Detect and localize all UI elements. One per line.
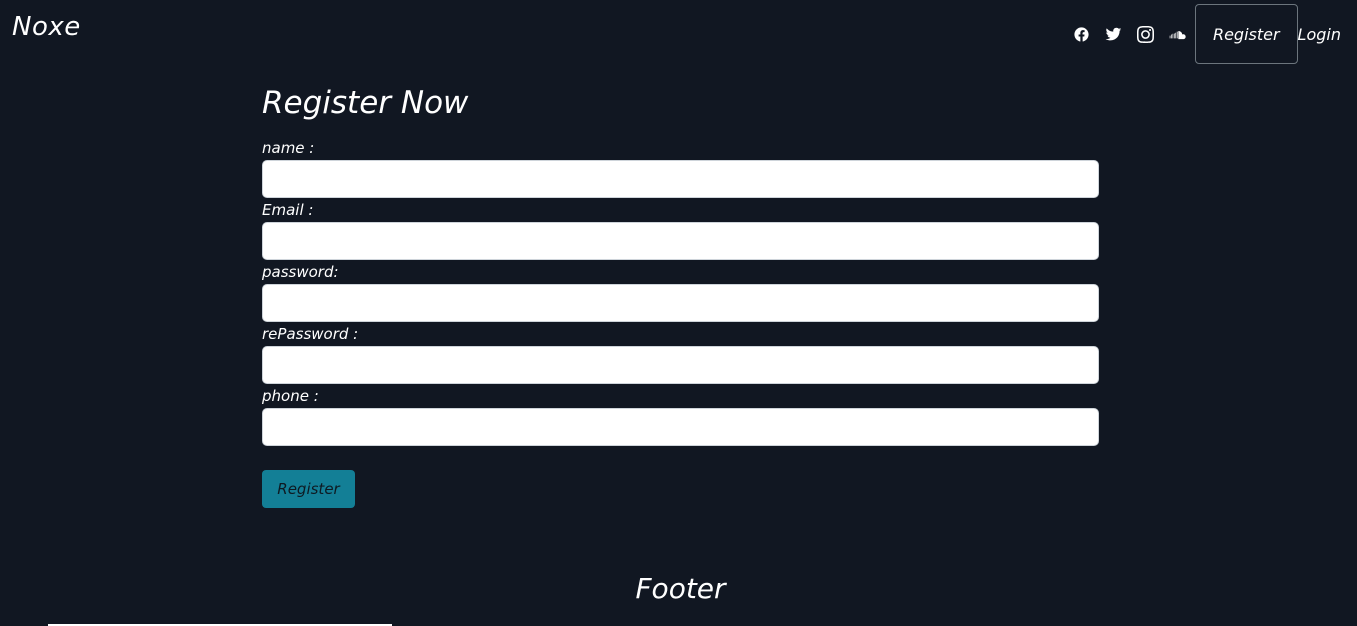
page-title: Register Now (262, 85, 469, 121)
phone-label: phone : (262, 387, 319, 405)
instagram-icon[interactable] (1137, 25, 1155, 43)
email-input[interactable] (262, 222, 1099, 260)
password-input[interactable] (262, 284, 1099, 322)
name-input[interactable] (262, 160, 1099, 198)
navbar: Noxe Register Login (0, 0, 1357, 66)
facebook-icon[interactable] (1073, 25, 1091, 43)
register-button[interactable]: Register (262, 470, 355, 508)
brand-logo[interactable]: Noxe (12, 12, 81, 42)
name-label: name : (262, 139, 315, 157)
nav-right: Register Login (1073, 4, 1341, 64)
password-label: password: (262, 263, 339, 281)
twitter-icon[interactable] (1105, 25, 1123, 43)
nav-register-link[interactable]: Register (1194, 4, 1298, 64)
footer-title: Footer (635, 572, 726, 605)
repassword-input[interactable] (262, 346, 1099, 384)
repassword-label: rePassword : (262, 325, 359, 343)
register-form: Register Now name : Email : password: re… (262, 84, 1099, 508)
social-links (1073, 25, 1187, 43)
soundcloud-icon[interactable] (1169, 25, 1187, 43)
email-label: Email : (262, 201, 314, 219)
phone-input[interactable] (262, 408, 1099, 446)
nav-login-link[interactable]: Login (1298, 4, 1341, 64)
